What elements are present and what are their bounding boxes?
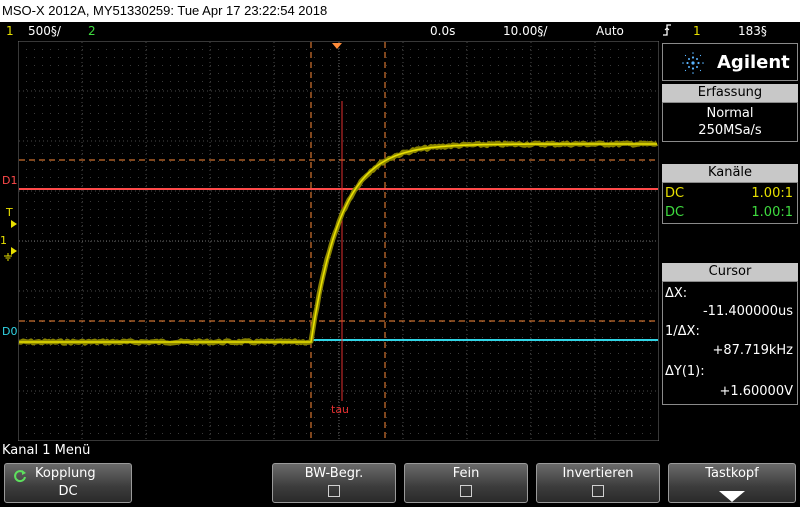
softkey-probe-label: Tastkopf	[705, 466, 759, 481]
trigger-arrow-icon	[11, 213, 17, 232]
time-offset: 0.0s	[430, 24, 456, 38]
waveform-display[interactable]: tau	[18, 41, 659, 441]
softkey-coupling-label: Kopplung	[35, 466, 96, 481]
ch1-scale: 500§/	[28, 24, 61, 38]
acquisition-box: Normal 250MSa/s	[662, 102, 798, 142]
ch1-probe-ratio: 1.00:1	[751, 186, 793, 201]
menu-title: Kanal 1 Menü	[2, 443, 91, 458]
delta-x-label: ΔX:	[665, 286, 688, 301]
d0-marker: D0	[2, 325, 18, 338]
softkey-fine-label: Fein	[452, 466, 480, 481]
ch2-coupling: DC	[665, 205, 685, 220]
submenu-arrow-icon	[719, 488, 745, 507]
softkey-invert-label: Invertieren	[562, 466, 634, 481]
trigger-level: 183§	[738, 24, 767, 38]
brand-name: Agilent	[717, 52, 790, 73]
trigger-mode: Auto	[596, 24, 624, 38]
trigger-channel: 1	[693, 24, 701, 38]
bw-limit-checkbox[interactable]	[328, 485, 340, 497]
acquisition-header[interactable]: Erfassung	[662, 84, 798, 102]
side-panel: Agilent Erfassung Normal 250MSa/s Kanäle…	[660, 41, 800, 441]
delta-y-label: ΔY(1):	[665, 364, 705, 379]
softkey-coupling-value: DC	[58, 484, 78, 499]
time-scale: 10.00§/	[503, 24, 548, 38]
invert-checkbox[interactable]	[592, 485, 604, 497]
cursor-box: ΔX: -11.400000us 1/ΔX: +87.719kHz ΔY(1):…	[662, 281, 798, 405]
ch1-number[interactable]: 1	[6, 22, 14, 40]
ground-icon	[3, 246, 13, 265]
d1-marker: D1	[2, 174, 18, 187]
softkey-invert[interactable]: Invertieren	[536, 463, 660, 503]
softkey-probe[interactable]: Tastkopf	[668, 463, 796, 503]
ch2-probe-ratio: 1.00:1	[751, 205, 793, 220]
softkey-fine[interactable]: Fein	[404, 463, 528, 503]
delta-y-value: +1.60000V	[719, 384, 793, 399]
softkey-bw-limit-label: BW-Begr.	[304, 466, 364, 481]
brand-logo: Agilent	[662, 43, 798, 81]
status-bar: 1 500§/ 2 0.0s 10.00§/ Auto 1 183§	[0, 22, 800, 40]
inverse-delta-x-label: 1/ΔX:	[665, 324, 700, 339]
acquisition-mode: Normal	[706, 106, 754, 121]
channels-box: DC 1.00:1 DC 1.00:1	[662, 182, 798, 224]
rising-edge-icon	[662, 22, 672, 43]
delta-x-value: -11.400000us	[702, 304, 793, 319]
softkey-bw-limit[interactable]: BW-Begr.	[272, 463, 396, 503]
channels-header[interactable]: Kanäle	[662, 164, 798, 182]
softkey-coupling[interactable]: Kopplung DC	[4, 463, 132, 503]
cursor-header[interactable]: Cursor	[662, 263, 798, 281]
sample-rate: 250MSa/s	[698, 123, 762, 138]
tau-label: tau	[331, 403, 349, 416]
ch2-number[interactable]: 2	[88, 22, 96, 40]
inverse-delta-x-value: +87.719kHz	[712, 343, 793, 358]
ch1-coupling: DC	[665, 186, 685, 201]
fine-checkbox[interactable]	[460, 485, 472, 497]
agilent-spark-icon	[682, 52, 704, 74]
window-title: MSO-X 2012A, MY51330259: Tue Apr 17 23:2…	[0, 0, 800, 22]
